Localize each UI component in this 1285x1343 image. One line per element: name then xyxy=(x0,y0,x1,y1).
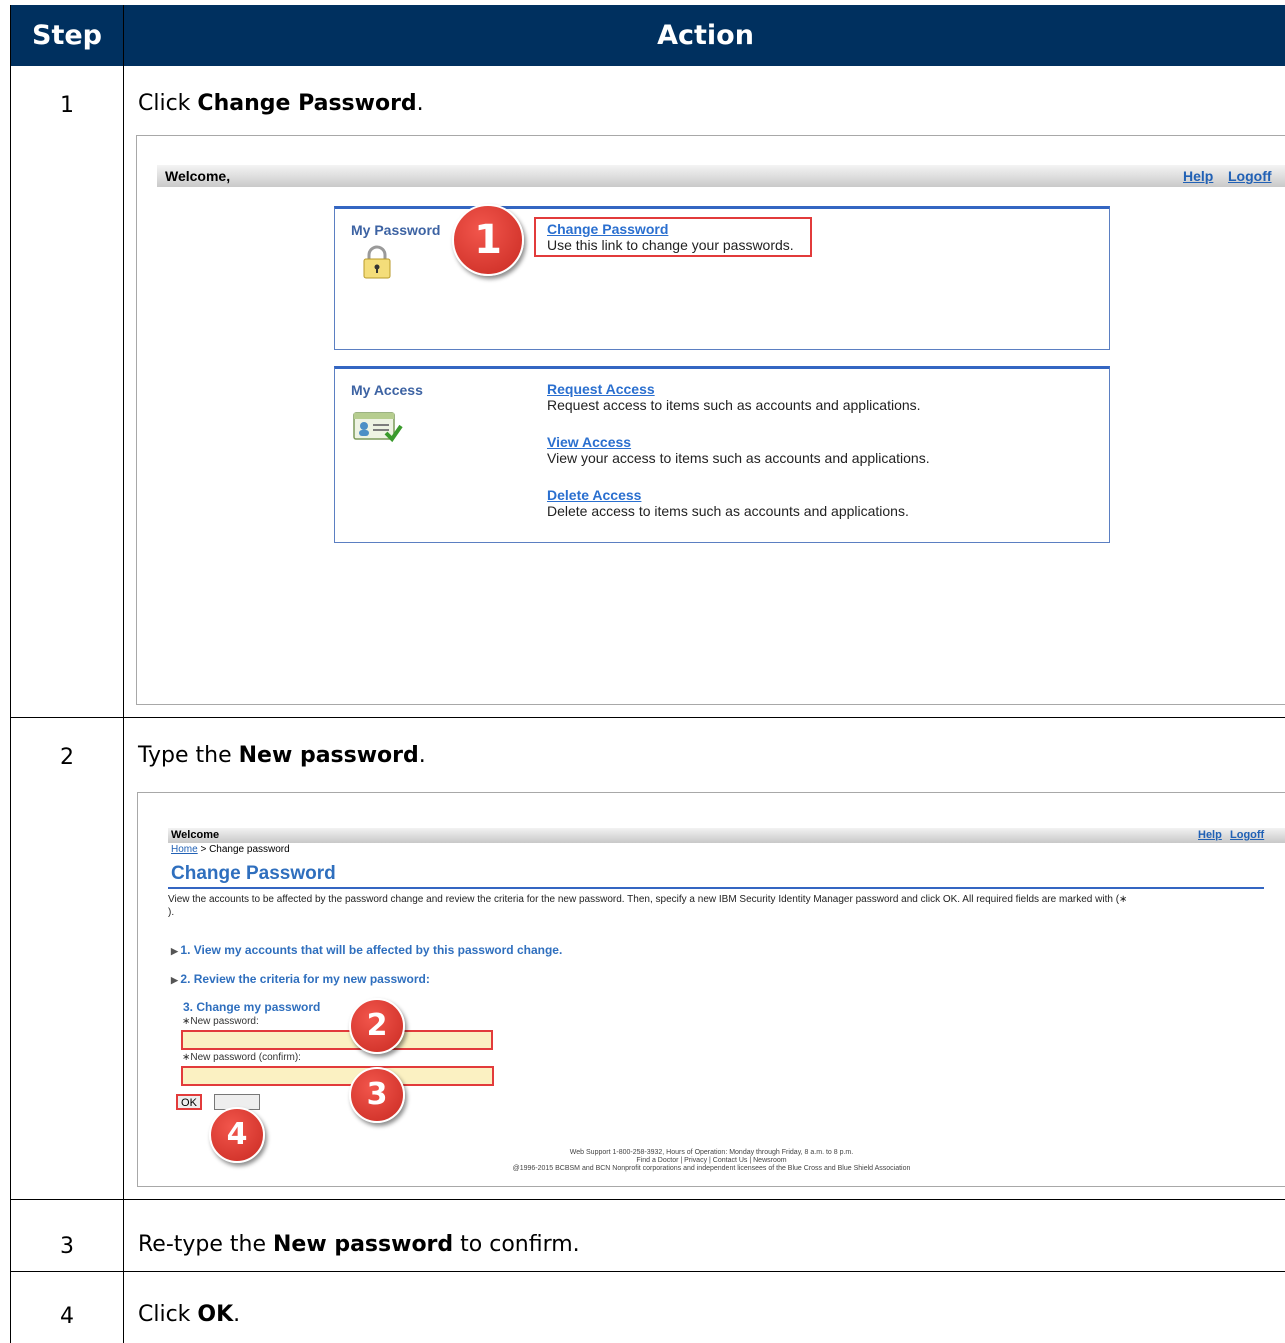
padlock-icon xyxy=(363,245,391,279)
welcome-bar: Welcome Help Logoff xyxy=(168,828,1285,843)
footer-copyright-line: @1996-2015 BCBSM and BCN Nonprofit corpo… xyxy=(512,1165,911,1172)
instruction-table: Step Action 1 Click Change Password. Wel… xyxy=(10,5,1285,1343)
change-password-highlight xyxy=(534,217,812,257)
view-access-link[interactable]: View Access xyxy=(547,434,631,450)
step-number-1: 1 xyxy=(60,93,74,118)
breadcrumb-home-link[interactable]: Home xyxy=(171,844,198,855)
my-password-title: My Password xyxy=(351,222,441,238)
view-access-desc: View your access to items such as accoun… xyxy=(547,450,930,466)
confirm-password-label: ∗New password (confirm): xyxy=(182,1052,301,1063)
table-header: Step Action xyxy=(11,5,1285,66)
request-access-link[interactable]: Request Access xyxy=(547,381,655,397)
step-badge-2: 2 xyxy=(349,998,405,1054)
column-divider xyxy=(123,66,124,1343)
new-password-field[interactable] xyxy=(181,1030,493,1050)
my-access-title: My Access xyxy=(351,382,423,398)
expand-arrow-icon: ▶ xyxy=(171,975,181,985)
delete-access-link[interactable]: Delete Access xyxy=(547,487,641,503)
logoff-link[interactable]: Logoff xyxy=(1228,168,1272,184)
intro-text: View the accounts to be affected by the … xyxy=(168,894,1128,905)
confirm-password-field[interactable] xyxy=(181,1066,494,1086)
screenshot-home: Welcome, Help Logoff My Password Change … xyxy=(136,135,1285,705)
logoff-link[interactable]: Logoff xyxy=(1230,829,1264,841)
request-access-desc: Request access to items such as accounts… xyxy=(547,397,921,413)
step-number-3: 3 xyxy=(60,1234,74,1259)
help-link[interactable]: Help xyxy=(1198,829,1222,841)
step-2-instruction: Type the New password. xyxy=(138,743,426,768)
step-number-4: 4 xyxy=(60,1304,74,1329)
step-4-instruction: Click OK. xyxy=(138,1302,241,1327)
step-1-instruction: Click Change Password. xyxy=(138,91,424,116)
step-3-instruction: Re-type the New password to confirm. xyxy=(138,1232,580,1257)
my-access-panel: My Access Request Access Request access … xyxy=(334,366,1110,543)
action-column-header: Action xyxy=(123,5,1285,66)
screenshot-change-password: Welcome Help Logoff Home > Change passwo… xyxy=(137,792,1285,1187)
page-footer: Web Support 1-800-258-3932, Hours of Ope… xyxy=(138,1149,1285,1173)
section-change-password: 3. Change my password xyxy=(183,1000,321,1014)
footer-links-line: Find a Doctor | Privacy | Contact Us | N… xyxy=(636,1157,787,1164)
row-divider xyxy=(11,1271,1285,1272)
welcome-label: Welcome, xyxy=(165,168,231,184)
title-rule xyxy=(168,887,1264,889)
step-badge-3: 3 xyxy=(349,1067,405,1123)
new-password-label: ∗New password: xyxy=(182,1016,259,1027)
my-password-panel: My Password Change Password Use this lin… xyxy=(334,204,1110,350)
section-review-criteria[interactable]: ▶ 2. Review the criteria for my new pass… xyxy=(171,972,430,986)
section-view-accounts[interactable]: ▶ 1. View my accounts that will be affec… xyxy=(171,943,562,957)
expand-arrow-icon: ▶ xyxy=(171,946,181,956)
breadcrumb: Home > Change password xyxy=(171,844,290,855)
help-link[interactable]: Help xyxy=(1183,168,1213,184)
welcome-bar: Welcome, Help Logoff xyxy=(157,165,1285,187)
ok-button[interactable]: OK xyxy=(176,1094,202,1110)
page-title: Change Password xyxy=(171,863,336,884)
step-badge-1: 1 xyxy=(452,204,524,276)
step-number-2: 2 xyxy=(60,745,74,770)
welcome-label: Welcome xyxy=(171,829,220,841)
step-column-header: Step xyxy=(32,20,102,51)
row-divider xyxy=(11,717,1285,718)
intro-text-end: ). xyxy=(168,907,175,918)
row-divider xyxy=(11,1199,1285,1200)
id-card-icon xyxy=(353,412,403,443)
delete-access-desc: Delete access to items such as accounts … xyxy=(547,503,909,519)
footer-support-line: Web Support 1-800-258-3932, Hours of Ope… xyxy=(569,1149,854,1156)
